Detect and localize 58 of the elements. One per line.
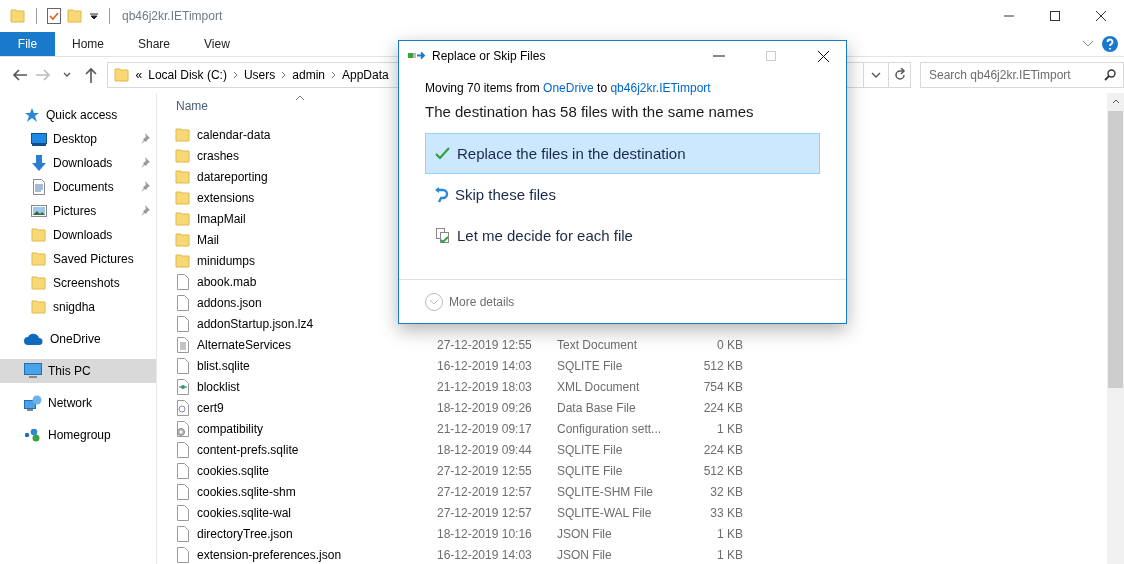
file-type: XML Document [557, 379, 640, 394]
file-name: extensions [197, 190, 255, 205]
file-name: calendar-data [197, 127, 271, 142]
date-modified: 27-12-2019 12:55 [437, 337, 532, 352]
file-type: SQLITE-SHM File [557, 484, 653, 499]
file-name: cookies.sqlite-wal [197, 505, 292, 520]
file-size: 512 KB [703, 463, 743, 478]
file-name: datareporting [197, 169, 268, 184]
file-name: AlternateServices [197, 337, 292, 352]
file-size: 33 KB [710, 505, 743, 520]
date-modified: 21-12-2019 18:03 [437, 379, 532, 394]
file-size: 1 KB [717, 547, 743, 562]
date-modified: 18-12-2019 10:16 [437, 526, 532, 541]
file-name: Mail [197, 232, 219, 247]
dialog-message: Moving 70 items from OneDrive to qb46j2kr.IETimport [425, 81, 712, 95]
date-modified: 27-12-2019 12:57 [437, 505, 532, 520]
file-name: addons.json [197, 295, 262, 310]
file-name: extension-preferences.json [197, 547, 342, 562]
file-size: 224 KB [703, 400, 743, 415]
dialog-heading: The destination has 58 files with the same names [425, 103, 755, 120]
file-name: crashes [197, 148, 240, 163]
file-name: minidumps [197, 253, 256, 268]
file-size: 32 KB [710, 484, 743, 499]
dialog-title: Replace or Skip Files [432, 49, 547, 63]
file-size: 1 KB [717, 526, 743, 541]
file-type: Configuration sett... [557, 421, 662, 436]
file-name: cert9 [197, 400, 224, 415]
date-modified: 18-12-2019 09:26 [437, 400, 532, 415]
file-name: cookies.sqlite-shm [197, 484, 296, 499]
date-modified: 21-12-2019 09:17 [437, 421, 532, 436]
file-type: JSON File [557, 526, 612, 541]
date-modified: 16-12-2019 14:03 [437, 547, 532, 562]
file-type: Data Base File [557, 400, 636, 415]
file-size: 0 KB [717, 337, 743, 352]
file-type: SQLITE File [557, 463, 623, 478]
file-name: cookies.sqlite [197, 463, 270, 478]
file-size: 512 KB [703, 358, 743, 373]
file-name: addonStartup.json.lz4 [197, 316, 314, 331]
file-type: JSON File [557, 547, 612, 562]
file-name: compatibility [197, 421, 264, 436]
file-name: directoryTree.json [197, 526, 293, 541]
file-size: 1 KB [717, 421, 743, 436]
file-name: blocklist [197, 379, 240, 394]
file-type: SQLITE File [557, 358, 623, 373]
file-type: SQLITE-WAL File [557, 505, 652, 520]
file-type: SQLITE File [557, 442, 623, 457]
date-modified: 18-12-2019 09:44 [437, 442, 532, 457]
file-name: ImapMail [197, 211, 246, 226]
date-modified: 16-12-2019 14:03 [437, 358, 532, 373]
file-name: content-prefs.sqlite [197, 442, 299, 457]
file-size: 224 KB [703, 442, 743, 457]
date-modified: 27-12-2019 12:55 [437, 463, 532, 478]
date-modified: 27-12-2019 12:57 [437, 484, 532, 499]
file-type: Text Document [557, 337, 638, 352]
window-title: qb46j2kr.IETimport [122, 9, 224, 23]
file-size: 754 KB [703, 379, 743, 394]
file-name: blist.sqlite [197, 358, 250, 373]
file-name: abook.mab [197, 274, 257, 289]
